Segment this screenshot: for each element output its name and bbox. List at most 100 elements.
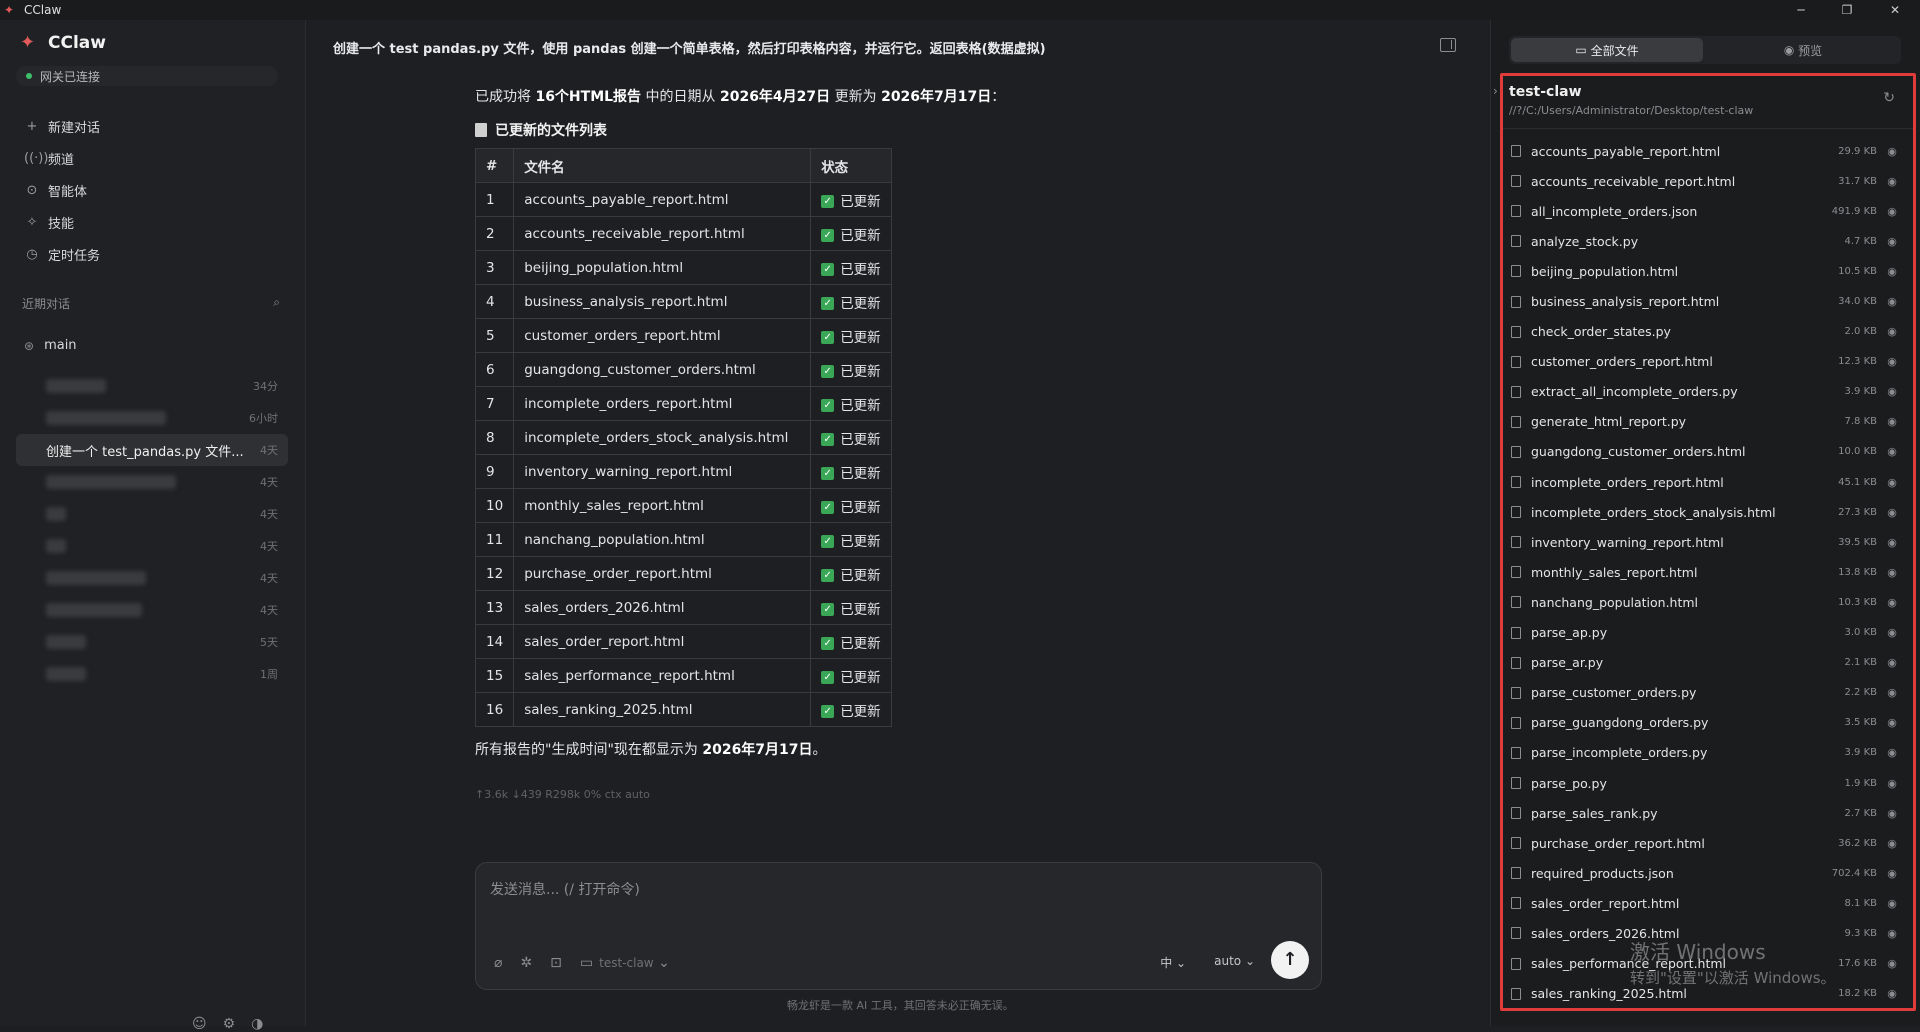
eye-icon[interactable]: ◉ [1885,445,1899,458]
sidebar-item-channel[interactable]: ((·)) 频道 [16,142,286,174]
file-item[interactable]: required_products.json 702.4 KB ◉ [1503,858,1913,888]
eye-icon[interactable]: ◉ [1885,476,1899,489]
file-item[interactable]: accounts_payable_report.html 29.9 KB ◉ [1503,136,1913,166]
sparkle-icon[interactable]: ✲ [520,955,532,971]
status-label: 已更新 [840,431,881,448]
eye-icon[interactable]: ◉ [1885,927,1899,940]
eye-icon[interactable]: ◉ [1885,145,1899,158]
conversation-item[interactable]: 34分 [16,370,288,402]
refresh-icon[interactable]: ↻ [1883,90,1895,106]
eye-icon[interactable]: ◉ [1885,897,1899,910]
chevron-right-icon[interactable]: › [1493,84,1498,98]
file-item[interactable]: search_customer.py1.8 KB◉ [1503,1009,1913,1011]
file-item[interactable]: sales_order_report.html 8.1 KB ◉ [1503,888,1913,918]
conversation-item[interactable]: 4天 [16,562,288,594]
file-item[interactable]: nanchang_population.html 10.3 KB ◉ [1503,587,1913,617]
search-icon[interactable]: ⌕ [273,295,280,312]
file-item[interactable]: parse_sales_rank.py 2.7 KB ◉ [1503,798,1913,828]
file-item[interactable]: parse_ap.py 3.0 KB ◉ [1503,618,1913,648]
file-item[interactable]: parse_po.py 1.9 KB ◉ [1503,768,1913,798]
attach-icon[interactable]: ⌀ [494,955,502,971]
eye-icon[interactable]: ◉ [1885,837,1899,850]
eye-icon[interactable]: ◉ [1885,656,1899,669]
file-item[interactable]: customer_orders_report.html 12.3 KB ◉ [1503,347,1913,377]
eye-icon[interactable]: ◉ [1885,626,1899,639]
file-item[interactable]: guangdong_customer_orders.html 10.0 KB ◉ [1503,437,1913,467]
conversation-item[interactable]: 4天 [16,466,288,498]
tab-preview[interactable]: ◉ 预览 [1707,38,1899,62]
eye-icon[interactable]: ◉ [1885,746,1899,759]
folder-selector[interactable]: ▭ test-claw ⌄ [580,955,670,971]
composer[interactable]: 发送消息... (/ 打开命令) ⌀ ✲ ⊡ ▭ test-claw ⌄ 中 ⌄ … [475,862,1322,990]
eye-icon[interactable]: ◉ [1885,235,1899,248]
file-item[interactable]: sales_performance_report.html 17.6 KB ◉ [1503,949,1913,979]
eye-icon[interactable]: ◉ [1885,566,1899,579]
conversation-item[interactable]: 4天 [16,498,288,530]
eye-icon[interactable]: ◉ [1885,957,1899,970]
conversation-item[interactable]: 1周 [16,658,288,690]
file-item[interactable]: parse_guangdong_orders.py 3.5 KB ◉ [1503,708,1913,738]
sidebar-item-plus[interactable]: + 新建对话 [16,110,286,142]
tab-all-files[interactable]: ▭ 全部文件 [1511,38,1703,62]
eye-icon[interactable]: ◉ [1885,686,1899,699]
conversation-item[interactable]: 4天 [16,530,288,562]
row-filename: beijing_population.html [513,250,812,285]
user-icon[interactable]: ☺ [192,1016,207,1032]
gear-icon[interactable]: ⚙ [223,1016,236,1032]
panel-toggle-icon[interactable] [1440,38,1456,52]
eye-icon[interactable]: ◉ [1885,295,1899,308]
eye-icon[interactable]: ◉ [1885,716,1899,729]
sidebar-item-agent[interactable]: ⊙ 智能体 [16,174,286,206]
file-item[interactable]: purchase_order_report.html 36.2 KB ◉ [1503,828,1913,858]
minimize-button[interactable]: ─ [1778,0,1824,20]
file-item[interactable]: inventory_warning_report.html 39.5 KB ◉ [1503,527,1913,557]
file-item[interactable]: accounts_receivable_report.html 31.7 KB ◉ [1503,166,1913,196]
conversation-item[interactable]: 创建一个 test_pandas.py 文件... 4天 [16,434,288,466]
message-input[interactable]: 发送消息... (/ 打开命令) [490,879,640,899]
eye-icon[interactable]: ◉ [1885,807,1899,820]
conversation-item[interactable]: 5天 [16,626,288,658]
eye-icon[interactable]: ◉ [1885,205,1899,218]
theme-icon[interactable]: ◑ [251,1016,263,1032]
file-item[interactable]: parse_customer_orders.py 2.2 KB ◉ [1503,678,1913,708]
robot-icon[interactable]: ⊡ [550,955,562,971]
eye-icon[interactable]: ◉ [1885,415,1899,428]
file-item[interactable]: incomplete_orders_stock_analysis.html 27.… [1503,497,1913,527]
sidebar-item-clock[interactable]: ◷ 定时任务 [16,238,286,270]
conversation-item[interactable]: 6小时 [16,402,288,434]
send-button[interactable]: ↑ [1271,941,1309,979]
file-item[interactable]: incomplete_orders_report.html 45.1 KB ◉ [1503,467,1913,497]
eye-icon[interactable]: ◉ [1885,325,1899,338]
agent-group[interactable]: ⊛ main [24,338,77,353]
close-button[interactable]: ✕ [1872,0,1918,20]
file-item[interactable]: sales_ranking_2025.html 18.2 KB ◉ [1503,979,1913,1008]
eye-icon[interactable]: ◉ [1885,867,1899,880]
file-item[interactable]: monthly_sales_report.html 13.8 KB ◉ [1503,557,1913,587]
eye-icon[interactable]: ◉ [1885,596,1899,609]
file-size: 2.1 KB [1844,657,1878,669]
sidebar-item-skills[interactable]: ✧ 技能 [16,206,286,238]
file-item[interactable]: all_incomplete_orders.json 491.9 KB ◉ [1503,196,1913,226]
language-select[interactable]: 中 ⌄ [1160,954,1186,971]
eye-icon[interactable]: ◉ [1885,506,1899,519]
eye-icon[interactable]: ◉ [1885,265,1899,278]
file-item[interactable]: business_analysis_report.html 34.0 KB ◉ [1503,286,1913,316]
eye-icon[interactable]: ◉ [1885,536,1899,549]
mode-select[interactable]: auto ⌄ [1214,954,1255,971]
eye-icon[interactable]: ◉ [1885,175,1899,188]
eye-icon[interactable]: ◉ [1885,385,1899,398]
eye-icon[interactable]: ◉ [1885,777,1899,790]
file-item[interactable]: parse_ar.py 2.1 KB ◉ [1503,648,1913,678]
file-item[interactable]: beijing_population.html 10.5 KB ◉ [1503,256,1913,286]
eye-icon[interactable]: ◉ [1885,987,1899,1000]
file-item[interactable]: sales_orders_2026.html 9.3 KB ◉ [1503,918,1913,948]
file-item[interactable]: check_order_states.py 2.0 KB ◉ [1503,317,1913,347]
file-item[interactable]: parse_incomplete_orders.py 3.9 KB ◉ [1503,738,1913,768]
file-item[interactable]: generate_html_report.py 7.8 KB ◉ [1503,407,1913,437]
file-item[interactable]: extract_all_incomplete_orders.py 3.9 KB ◉ [1503,377,1913,407]
maximize-button[interactable]: ❐ [1824,0,1870,20]
conversation-item[interactable]: 4天 [16,594,288,626]
file-size: 27.3 KB [1838,506,1877,518]
file-item[interactable]: analyze_stock.py 4.7 KB ◉ [1503,226,1913,256]
eye-icon[interactable]: ◉ [1885,355,1899,368]
